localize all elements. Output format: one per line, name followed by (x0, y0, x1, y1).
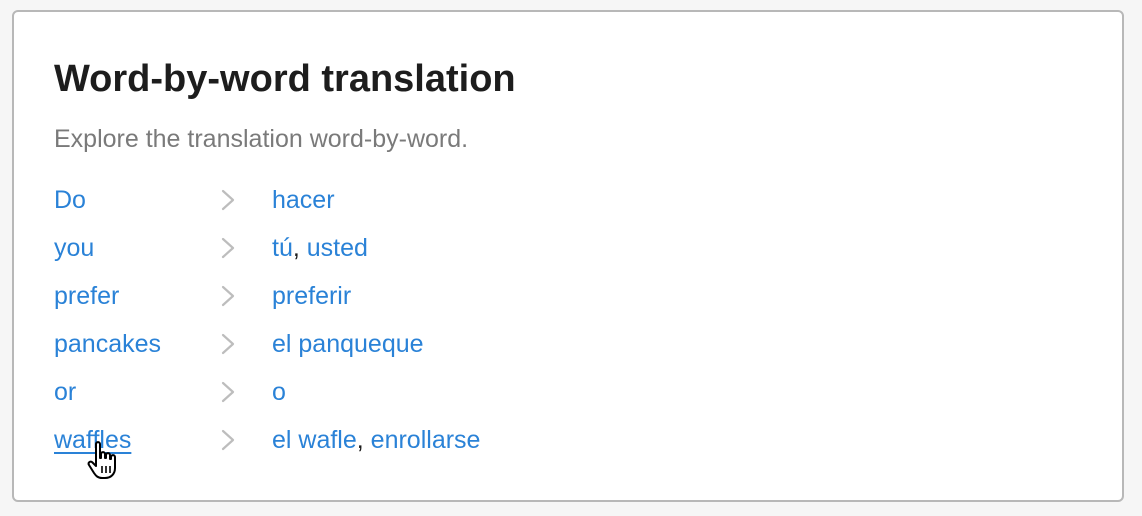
target-words: hacer (272, 176, 335, 224)
source-word-link[interactable]: pancakes (54, 320, 161, 368)
target-word-link[interactable]: tú (272, 234, 293, 262)
target-words: preferir (272, 272, 351, 320)
target-word-link[interactable]: enrollarse (371, 426, 481, 454)
target-words: tú, usted (272, 224, 368, 272)
chevron-right-icon (221, 381, 235, 403)
target-words: el wafle, enrollarse (272, 416, 480, 464)
target-word-link[interactable]: preferir (272, 282, 351, 310)
word-by-word-panel: Word-by-word translation Explore the tra… (12, 10, 1124, 502)
translation-row: you tú, usted (54, 224, 1054, 272)
target-word-link[interactable]: el panqueque (272, 330, 424, 358)
source-word-link[interactable]: Do (54, 176, 86, 224)
target-word-link[interactable]: hacer (272, 186, 335, 214)
translation-row: Do hacer (54, 176, 1054, 224)
target-word-link[interactable]: el wafle (272, 426, 357, 454)
target-word-link[interactable]: usted (307, 234, 368, 262)
translation-row: prefer preferir (54, 272, 1054, 320)
target-separator: , (292, 234, 307, 262)
target-words: o (272, 368, 286, 416)
translation-row: pancakes el panqueque (54, 320, 1054, 368)
source-word-link[interactable]: or (54, 368, 76, 416)
panel-title: Word-by-word translation (54, 58, 516, 100)
chevron-right-icon (221, 285, 235, 307)
source-word-link[interactable]: you (54, 224, 94, 272)
chevron-right-icon (221, 429, 235, 451)
translation-row: or o (54, 368, 1054, 416)
translation-list: Do hacer you tú, usted prefer preferir pancake… (54, 176, 1054, 464)
target-word-link[interactable]: o (272, 378, 286, 406)
panel-subtitle: Explore the translation word-by-word. (54, 125, 469, 153)
chevron-right-icon (221, 237, 235, 259)
target-separator: , (356, 426, 371, 454)
hand-pointer-cursor-icon (87, 441, 116, 479)
source-word-link[interactable]: prefer (54, 272, 119, 320)
chevron-right-icon (221, 189, 235, 211)
target-words: el panqueque (272, 320, 424, 368)
chevron-right-icon (221, 333, 235, 355)
translation-row: waffles el wafle, enrollarse (54, 416, 1054, 464)
